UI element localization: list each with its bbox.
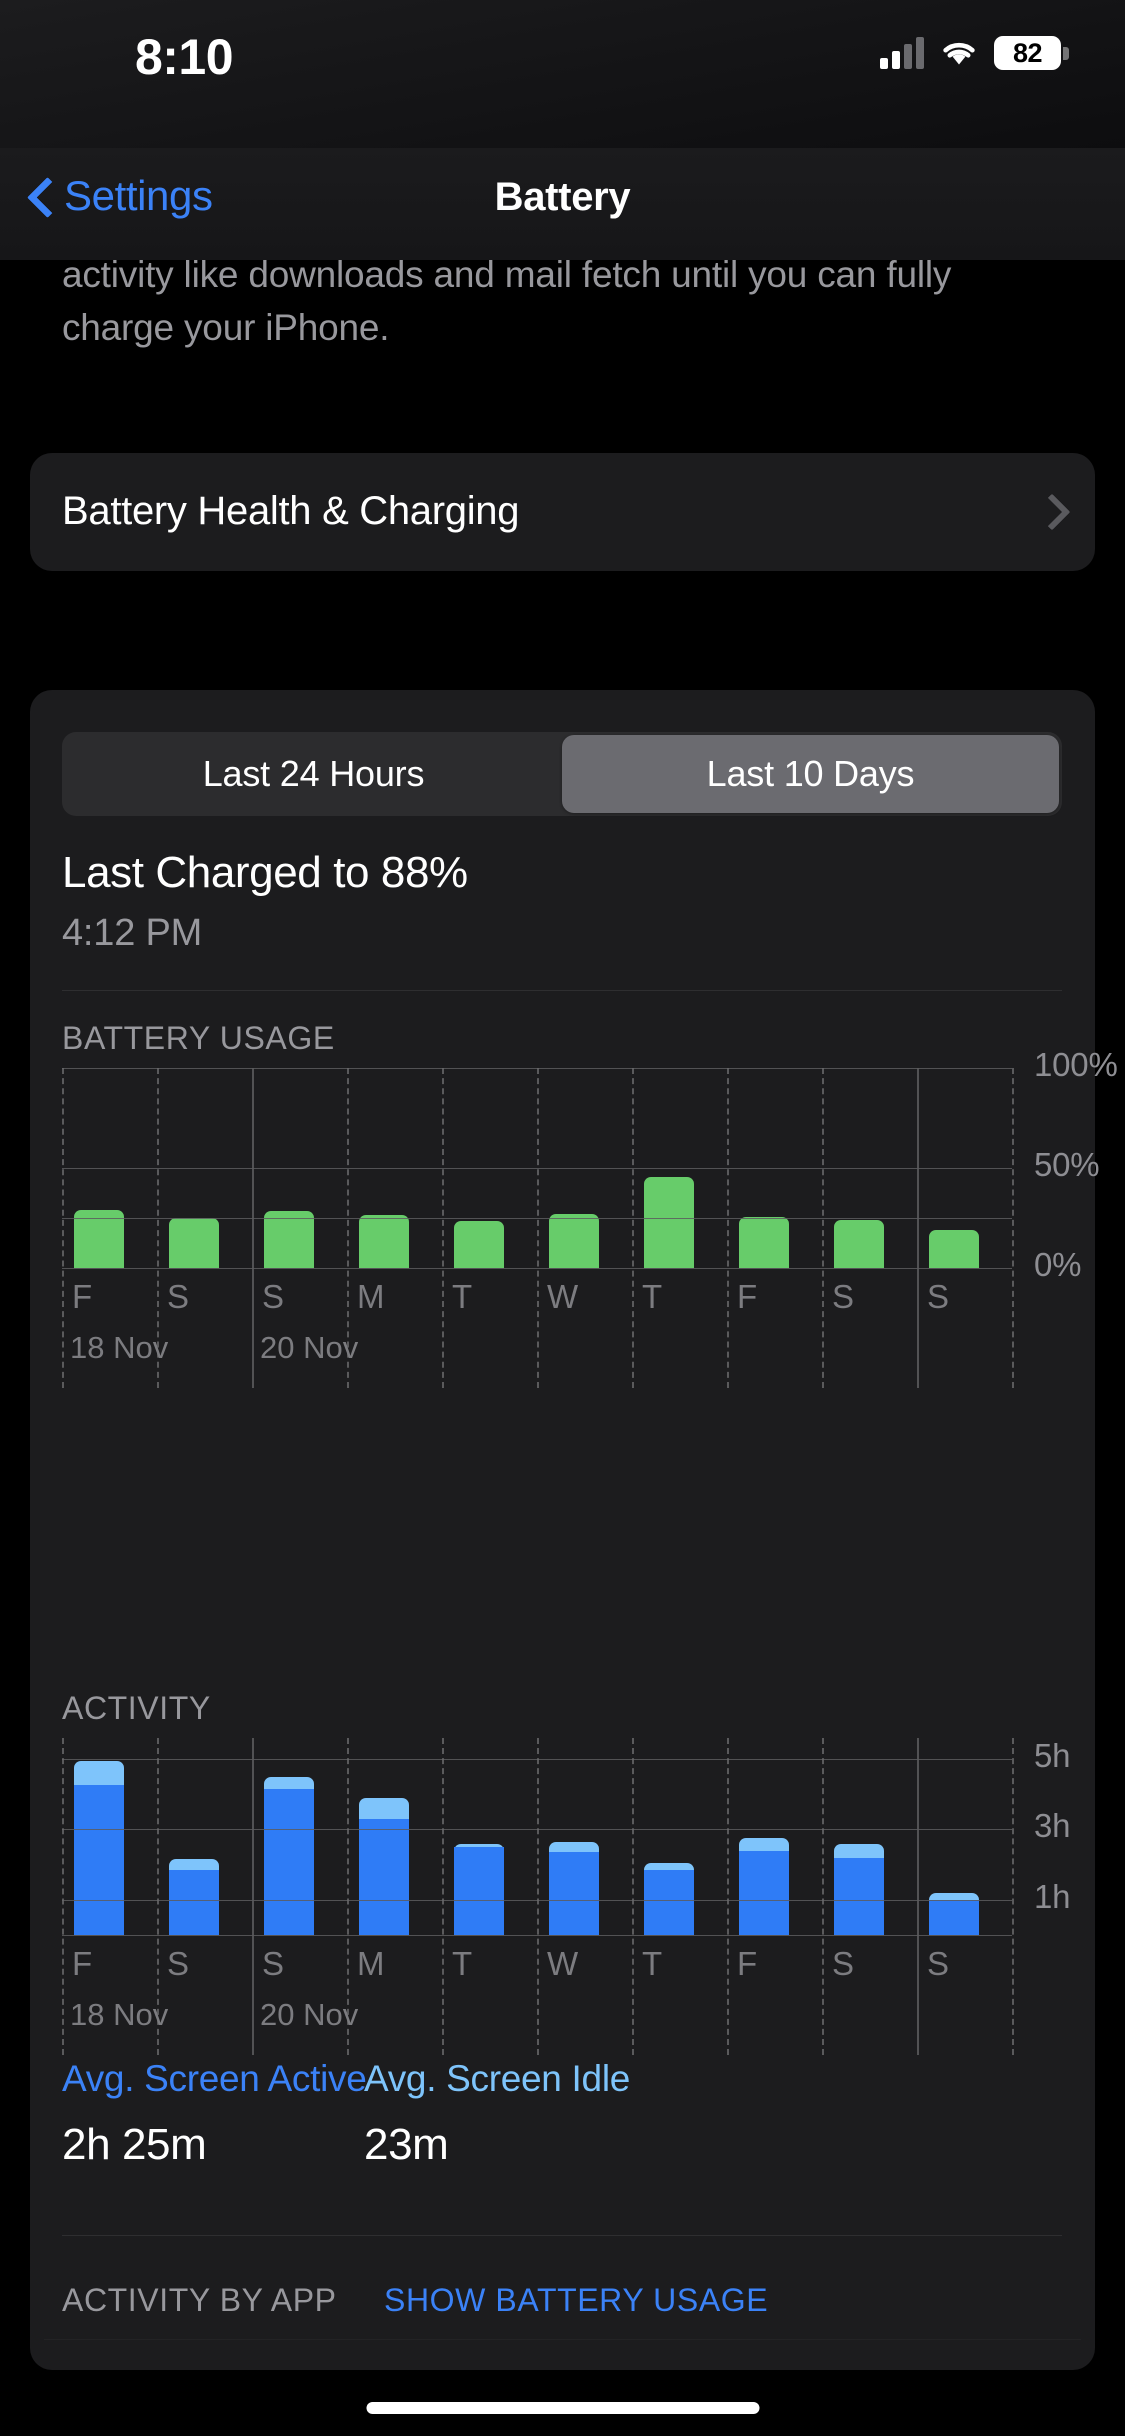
chart-bar[interactable] — [359, 1797, 409, 1935]
chart-bar[interactable] — [264, 1776, 314, 1935]
divider — [44, 2339, 1081, 2340]
chart-bar[interactable] — [549, 1214, 599, 1268]
chart-bar[interactable] — [549, 1841, 599, 1935]
battery-health-row[interactable]: Battery Health & Charging — [30, 453, 1095, 571]
chart-x-axis-day-label: S — [262, 1945, 285, 1982]
chart-bar-active-segment — [74, 1785, 124, 1935]
chart-x-axis-day-label: W — [547, 1945, 579, 1982]
chart-x-axis-day-label: F — [737, 1945, 758, 1982]
segment-last-24-hours[interactable]: Last 24 Hours — [65, 735, 562, 813]
settings-scroll-view[interactable]: activity like downloads and mail fetch u… — [0, 0, 1125, 2436]
chart-bar[interactable] — [454, 1843, 504, 1935]
chart-x-axis-day-label: F — [72, 1945, 93, 1982]
chart-x-axis-day-label: S — [832, 1278, 855, 1315]
segment-last-10-days[interactable]: Last 10 Days — [562, 735, 1059, 813]
battery-health-label: Battery Health & Charging — [62, 489, 520, 533]
chart-bar-active-segment — [264, 1789, 314, 1935]
chevron-right-icon — [1039, 493, 1059, 529]
battery-status-icon: 82 — [994, 36, 1069, 70]
chart-x-axis-date-label: 20 Nov — [260, 1330, 359, 1365]
battery-intro-text: activity like downloads and mail fetch u… — [62, 254, 952, 348]
wifi-icon — [939, 38, 979, 68]
chart-x-axis-day-label: F — [72, 1278, 93, 1315]
chart-bar-active-segment — [834, 1857, 884, 1935]
avg-screen-active-label[interactable]: Avg. Screen Active — [62, 2058, 367, 2100]
status-bar-indicators: 82 — [880, 36, 1069, 70]
cellular-signal-icon — [880, 37, 924, 69]
last-charged-time: 4:12 PM — [62, 912, 203, 954]
chart-bar[interactable] — [74, 1210, 124, 1268]
chart-bar[interactable] — [834, 1220, 884, 1268]
chart-bar-active-segment — [549, 1852, 599, 1935]
show-battery-usage-link[interactable]: SHOW BATTERY USAGE — [384, 2282, 768, 2319]
chart-bar[interactable] — [169, 1859, 219, 1935]
chart-x-axis-day-label: S — [927, 1278, 950, 1315]
chart-x-axis-day-label: S — [832, 1945, 855, 1982]
divider — [62, 2235, 1062, 2236]
chart-bar-active-segment — [359, 1818, 409, 1935]
battery-usage-chart[interactable] — [62, 1068, 1062, 1268]
avg-screen-active-value: 2h 25m — [62, 2120, 207, 2169]
avg-screen-idle-value: 23m — [364, 2120, 449, 2169]
chart-x-axis-day-label: S — [167, 1945, 190, 1982]
chart-bar-active-segment — [929, 1899, 979, 1935]
battery-percent-label: 82 — [1012, 37, 1043, 68]
chart-bar[interactable] — [74, 1760, 124, 1935]
chart-bar[interactable] — [359, 1215, 409, 1268]
chart-bar-active-segment — [169, 1869, 219, 1935]
chart-x-axis-day-label: M — [357, 1945, 385, 1982]
chart-x-axis-day-label: W — [547, 1278, 579, 1315]
chart-x-axis-date-label: 20 Nov — [260, 1997, 359, 2032]
activity-chart[interactable] — [62, 1738, 1062, 1935]
chart-bar[interactable] — [929, 1892, 979, 1935]
battery-usage-section-label: BATTERY USAGE — [62, 1020, 335, 1056]
status-bar: 8:10 82 — [0, 0, 1125, 148]
chart-x-axis-date-label: 18 Nov — [70, 1330, 169, 1365]
grid-line — [62, 1935, 1012, 1936]
chart-bar[interactable] — [169, 1218, 219, 1268]
battery-tip — [1063, 46, 1069, 60]
page-title: Battery — [494, 175, 631, 219]
activity-section-label: ACTIVITY — [62, 1690, 211, 1726]
time-range-segmented-control[interactable]: Last 24 Hours Last 10 Days — [62, 732, 1062, 816]
chart-bar-active-segment — [454, 1847, 504, 1935]
activity-by-app-label: ACTIVITY BY APP — [62, 2282, 337, 2318]
chart-bar[interactable] — [739, 1217, 789, 1268]
chart-bar[interactable] — [644, 1177, 694, 1268]
chart-x-axis-day-label: S — [927, 1945, 950, 1982]
navigation-bar: Settings Battery — [0, 148, 1125, 260]
chart-bar[interactable] — [264, 1211, 314, 1268]
divider — [62, 990, 1062, 991]
chart-bar[interactable] — [454, 1221, 504, 1268]
home-indicator[interactable] — [366, 2402, 759, 2414]
last-charged-title: Last Charged to 88% — [62, 848, 468, 897]
chart-x-axis-day-label: T — [452, 1278, 473, 1315]
chart-x-axis-day-label: T — [452, 1945, 473, 1982]
chart-x-axis-day-label: T — [642, 1945, 663, 1982]
avg-screen-idle-label[interactable]: Avg. Screen Idle — [364, 2058, 630, 2100]
chart-bar-active-segment — [644, 1869, 694, 1935]
chart-x-axis-day-label: F — [737, 1278, 758, 1315]
chart-bar[interactable] — [739, 1838, 789, 1935]
chart-x-axis-day-label: S — [167, 1278, 190, 1315]
chart-x-axis-date-label: 18 Nov — [70, 1997, 169, 2032]
chart-x-axis-day-label: T — [642, 1278, 663, 1315]
chart-bar[interactable] — [929, 1230, 979, 1268]
iphone-screen: activity like downloads and mail fetch u… — [0, 0, 1125, 2436]
status-bar-clock: 8:10 — [134, 29, 234, 85]
grid-line — [62, 1268, 1012, 1269]
chart-bar[interactable] — [834, 1843, 884, 1935]
chart-x-axis-day-label: S — [262, 1278, 285, 1315]
chart-x-axis-day-label: M — [357, 1278, 385, 1315]
battery-usage-card: Last 24 Hours Last 10 Days Last Charged … — [30, 690, 1118, 2370]
chart-bar[interactable] — [644, 1862, 694, 1935]
chart-bar-active-segment — [739, 1850, 789, 1935]
